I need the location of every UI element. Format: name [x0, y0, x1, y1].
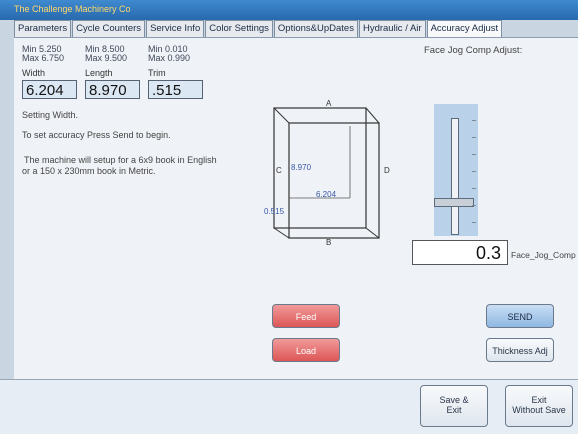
width-label: Width	[22, 68, 46, 78]
face-jog-value: 0.3	[412, 240, 508, 265]
save-exit-button[interactable]: Save & Exit	[420, 385, 488, 427]
width-max: Max 6.750	[22, 53, 65, 63]
trim-value[interactable]: .515	[148, 80, 203, 99]
diagram-trim-value: 0.515	[264, 207, 285, 216]
tab-bar: Parameters Cycle Counters Service Info C…	[14, 20, 503, 38]
length-label: Length	[85, 68, 113, 78]
load-button[interactable]: Load	[272, 338, 340, 362]
exit-no-save-line-2: Without Save	[512, 405, 566, 415]
title-bar: The Challenge Machinery Co	[0, 0, 578, 20]
face-jog-title: Face Jog Comp Adjust:	[424, 45, 523, 56]
send-button[interactable]: SEND	[486, 304, 554, 328]
length-max: Max 9.500	[85, 53, 128, 63]
face-jog-ticks	[472, 120, 480, 234]
tab-color-settings[interactable]: Color Settings	[205, 20, 273, 38]
face-jog-slider-thumb[interactable]	[434, 198, 474, 207]
width-value[interactable]: 6.204	[22, 80, 77, 99]
feed-button[interactable]: Feed	[272, 304, 340, 328]
face-jog-slider-rail[interactable]	[451, 118, 459, 235]
label-d: D	[384, 166, 390, 175]
accuracy-panel: Min 5.250 Max 6.750 Min 8.500 Max 9.500 …	[14, 37, 578, 380]
setting-status: Setting Width.	[22, 110, 79, 120]
tab-options-updates[interactable]: Options&UpDates	[273, 20, 358, 38]
thickness-adj-button[interactable]: Thickness Adj	[486, 338, 554, 362]
app-title: The Challenge Machinery Co	[14, 4, 131, 14]
trim-label: Trim	[148, 68, 166, 78]
tab-accuracy-adjust[interactable]: Accuracy Adjust	[426, 20, 503, 38]
bottom-bar: Save & Exit Exit Without Save	[0, 379, 578, 434]
save-exit-line-2: Exit	[446, 405, 462, 415]
diagram-length-value: 8.970	[291, 163, 312, 172]
save-exit-line-1: Save &	[439, 395, 469, 405]
length-value[interactable]: 8.970	[85, 80, 140, 99]
tab-hydraulic-air[interactable]: Hydraulic / Air	[358, 20, 426, 38]
info-line-2: or a 150 x 230mm book in Metric.	[22, 166, 156, 176]
book-diagram: A C D B 8.970 6.204 0.515	[264, 99, 390, 247]
tab-cycle-counters[interactable]: Cycle Counters	[72, 20, 146, 38]
label-c: C	[276, 166, 282, 175]
trim-max: Max 0.990	[148, 53, 191, 63]
diagram-width-value: 6.204	[316, 190, 337, 199]
tab-service-info[interactable]: Service Info	[146, 20, 205, 38]
info-line-1: The machine will setup for a 6x9 book in…	[24, 155, 217, 165]
exit-without-save-button[interactable]: Exit Without Save	[505, 385, 573, 427]
exit-no-save-line-1: Exit	[531, 395, 547, 405]
label-b: B	[326, 238, 331, 247]
screen: The Challenge Machinery Co Parameters Cy…	[0, 0, 578, 434]
label-a: A	[326, 99, 332, 108]
face-jog-label: Face_Jog_Comp	[511, 250, 576, 260]
instruction-text: To set accuracy Press Send to begin.	[22, 130, 171, 140]
tab-parameters[interactable]: Parameters	[14, 20, 72, 38]
